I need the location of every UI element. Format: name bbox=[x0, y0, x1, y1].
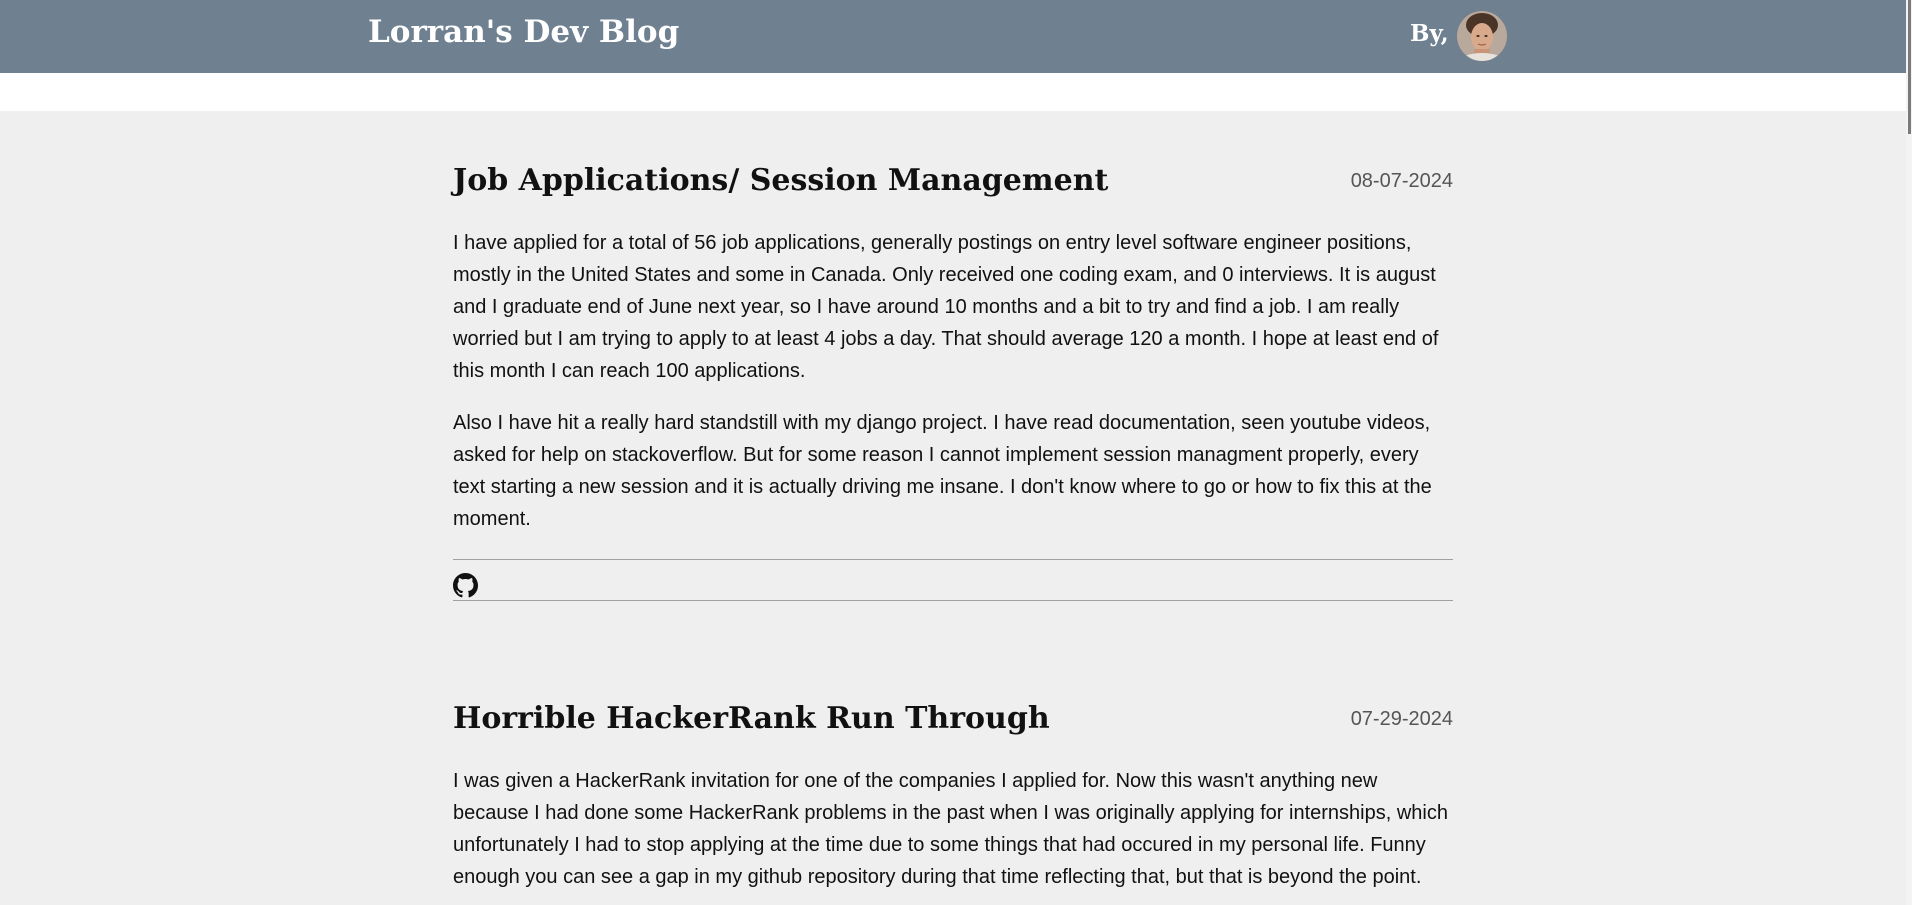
avatar-image bbox=[1457, 11, 1507, 61]
scrollbar[interactable] bbox=[1906, 0, 1912, 905]
post-paragraph: I have applied for a total of 56 job app… bbox=[453, 232, 1439, 382]
post-title[interactable]: Horrible HackerRank Run Through bbox=[453, 701, 1050, 736]
github-icon[interactable] bbox=[453, 573, 478, 598]
site-title[interactable]: Lorran's Dev Blog bbox=[368, 14, 679, 50]
author-byline: By, bbox=[1410, 20, 1449, 47]
avatar[interactable] bbox=[1457, 11, 1507, 61]
post-paragraph: Also I have hit a really hard standstill… bbox=[453, 412, 1432, 530]
post-date: 07-29-2024 bbox=[1350, 708, 1453, 730]
post-paragraph: I was given a HackerRank invitation for … bbox=[453, 770, 1448, 888]
post-divider bbox=[453, 559, 1453, 560]
post-date: 08-07-2024 bbox=[1350, 170, 1453, 192]
post-title[interactable]: Job Applications/ Session Management bbox=[453, 163, 1108, 198]
post-divider bbox=[453, 600, 1453, 601]
site-header: Lorran's Dev Blog By, bbox=[0, 0, 1912, 73]
scrollbar-thumb[interactable] bbox=[1908, 0, 1911, 134]
header-spacer bbox=[0, 73, 1912, 111]
